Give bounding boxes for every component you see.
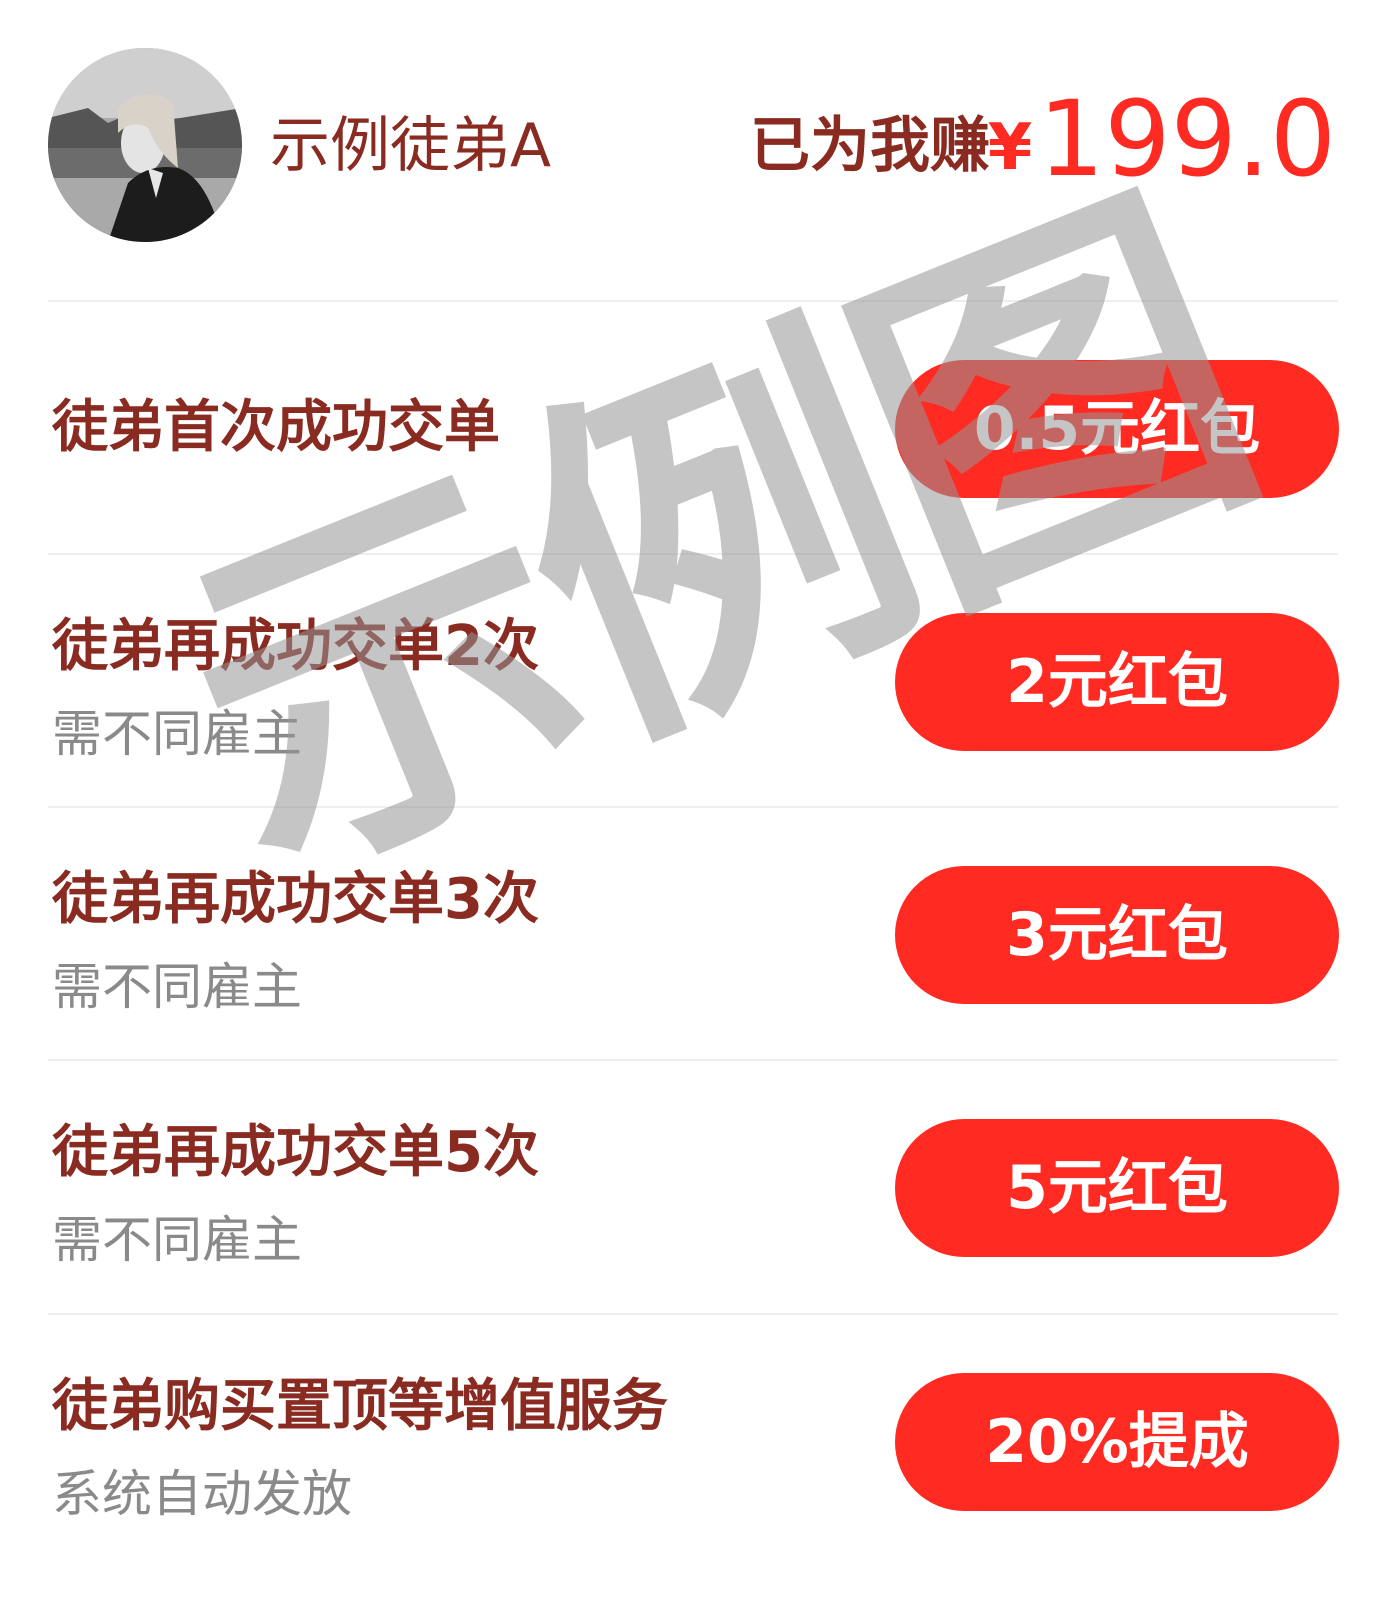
reward-row: 徒弟再成功交单2次 需不同雇主 2元红包 xyxy=(0,555,1380,807)
earned-amount-value: 199.0 xyxy=(1038,78,1336,200)
avatar-photo xyxy=(48,48,242,242)
reward-title: 徒弟再成功交单3次 xyxy=(52,867,539,932)
profile-header: 示例徒弟A 已为我赚 ¥199.0 xyxy=(0,0,1380,310)
avatar[interactable] xyxy=(48,48,242,242)
earned-amount: ¥199.0 xyxy=(988,84,1336,225)
reward-title: 徒弟购买置顶等增值服务 xyxy=(52,1374,668,1439)
reward-row: 徒弟再成功交单5次 需不同雇主 5元红包 xyxy=(0,1061,1380,1313)
reward-subtitle: 需不同雇主 xyxy=(52,1211,302,1269)
reward-button[interactable]: 0.5元红包 xyxy=(895,360,1339,498)
reward-title: 徒弟再成功交单5次 xyxy=(52,1120,539,1185)
reward-row: 徒弟购买置顶等增值服务 系统自动发放 20%提成 xyxy=(0,1315,1380,1610)
reward-row: 徒弟首次成功交单 0.5元红包 xyxy=(0,302,1380,554)
reward-button[interactable]: 20%提成 xyxy=(895,1373,1339,1511)
reward-button[interactable]: 5元红包 xyxy=(895,1119,1339,1257)
currency-symbol: ¥ xyxy=(987,111,1033,185)
reward-title: 徒弟再成功交单2次 xyxy=(52,614,539,679)
reward-row: 徒弟再成功交单3次 需不同雇主 3元红包 xyxy=(0,808,1380,1060)
earned-label: 已为我赚 xyxy=(750,111,990,181)
reward-button[interactable]: 2元红包 xyxy=(895,613,1339,751)
reward-subtitle: 需不同雇主 xyxy=(52,705,302,763)
reward-subtitle: 系统自动发放 xyxy=(52,1465,352,1523)
reward-button[interactable]: 3元红包 xyxy=(895,866,1339,1004)
user-name: 示例徒弟A xyxy=(270,111,552,181)
reward-title: 徒弟首次成功交单 xyxy=(52,395,500,460)
reward-subtitle: 需不同雇主 xyxy=(52,958,302,1016)
